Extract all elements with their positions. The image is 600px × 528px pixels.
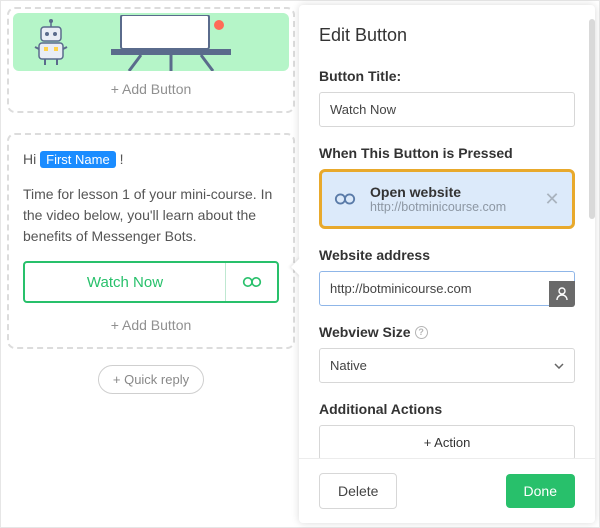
- scrollbar[interactable]: [589, 19, 595, 219]
- webview-size-value: Native: [330, 358, 367, 373]
- label-website-address: Website address: [319, 247, 575, 263]
- merge-tag-first-name[interactable]: First Name: [40, 151, 116, 168]
- watch-now-label: Watch Now: [25, 263, 225, 301]
- card-illustration: [13, 13, 289, 71]
- panel-pointer: [291, 257, 301, 277]
- action-url: http://botminicourse.com: [370, 200, 506, 214]
- webview-size-select[interactable]: Native: [319, 348, 575, 383]
- open-website-action[interactable]: Open website http://botminicourse.com ✕: [319, 169, 575, 229]
- add-button-1[interactable]: + Add Button: [13, 71, 289, 107]
- template-card: + Add Button: [7, 7, 295, 113]
- website-address-input[interactable]: [319, 271, 575, 306]
- delete-button[interactable]: Delete: [319, 473, 397, 509]
- message-body: Time for lesson 1 of your mini-course. I…: [23, 184, 279, 247]
- remove-action-icon[interactable]: ✕: [540, 187, 564, 211]
- action-title: Open website: [370, 184, 506, 200]
- watch-now-button[interactable]: Watch Now: [23, 261, 279, 303]
- message-greeting: Hi First Name !: [23, 149, 279, 170]
- panel-footer: Delete Done: [299, 458, 595, 523]
- help-icon[interactable]: ?: [415, 326, 428, 339]
- greeting-prefix: Hi: [23, 151, 36, 167]
- easel-icon: [111, 15, 231, 71]
- label-button-title: Button Title:: [319, 68, 575, 84]
- done-button[interactable]: Done: [506, 474, 575, 508]
- greeting-suffix: !: [120, 151, 124, 167]
- chevron-down-icon: [554, 363, 564, 369]
- add-button-2[interactable]: + Add Button: [23, 307, 279, 343]
- robot-icon: [31, 19, 71, 67]
- add-quick-reply[interactable]: + Quick reply: [98, 365, 204, 394]
- insert-variable-icon[interactable]: [549, 281, 575, 307]
- link-icon: [334, 191, 356, 207]
- message-card: Hi First Name ! Time for lesson 1 of you…: [7, 133, 295, 349]
- label-additional-actions: Additional Actions: [319, 401, 575, 417]
- button-title-input[interactable]: [319, 92, 575, 127]
- link-icon: [225, 263, 277, 301]
- edit-button-panel: Edit Button Button Title: When This Butt…: [299, 5, 595, 523]
- panel-title: Edit Button: [319, 25, 575, 46]
- label-when-pressed: When This Button is Pressed: [319, 145, 575, 161]
- add-action-button[interactable]: + Action: [319, 425, 575, 458]
- label-webview-size: Webview Size ?: [319, 324, 575, 340]
